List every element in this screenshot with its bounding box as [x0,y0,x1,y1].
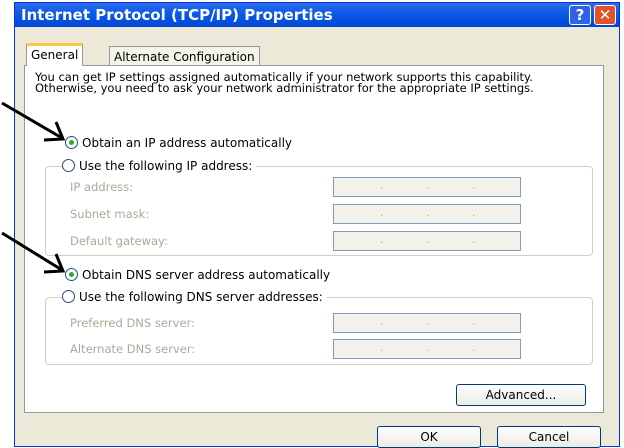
cancel-button[interactable]: Cancel [497,426,601,448]
alternate-dns-field[interactable]: ... [333,339,521,359]
tab-alternate-configuration[interactable]: Alternate Configuration [109,46,260,66]
subnet-mask-label: Subnet mask: [70,207,150,221]
ip-address-field[interactable]: ... [333,177,521,197]
radio-unselected-icon [62,159,75,172]
alternate-dns-label: Alternate DNS server: [70,342,196,356]
ok-button[interactable]: OK [377,426,481,448]
dns-manual-radio[interactable]: Use the following DNS server addresses: [62,290,327,304]
advanced-button[interactable]: Advanced... [456,384,586,406]
ip-manual-radio[interactable]: Use the following IP address: [62,159,257,173]
arrow-pointing-to-ip-auto [1,101,66,142]
description-text: You can get IP settings assigned automat… [35,70,534,95]
ip-auto-label: Obtain an IP address automatically [82,136,293,150]
title-bar: Internet Protocol (TCP/IP) Properties ? … [15,3,619,27]
tab-general[interactable]: General [26,43,84,66]
radio-unselected-icon [62,290,75,303]
dns-auto-radio[interactable]: Obtain DNS server address automatically [65,268,330,282]
help-button[interactable]: ? [569,5,591,25]
ip-address-label: IP address: [70,180,134,194]
ip-auto-radio[interactable]: Obtain an IP address automatically [65,136,292,150]
close-button[interactable]: ✕ [594,5,616,25]
ip-manual-label: Use the following IP address: [79,159,253,173]
dialog-window: Internet Protocol (TCP/IP) Properties ? … [14,2,620,448]
arrow-pointing-to-dns-auto [1,231,66,274]
dns-auto-label: Obtain DNS server address automatically [82,268,331,282]
window-title: Internet Protocol (TCP/IP) Properties [21,6,333,24]
preferred-dns-label: Preferred DNS server: [70,316,195,330]
subnet-mask-field[interactable]: ... [333,204,521,224]
dns-manual-label: Use the following DNS server addresses: [79,290,323,304]
default-gateway-label: Default gateway: [70,234,168,248]
preferred-dns-field[interactable]: ... [333,313,521,333]
default-gateway-field[interactable]: ... [333,231,521,251]
